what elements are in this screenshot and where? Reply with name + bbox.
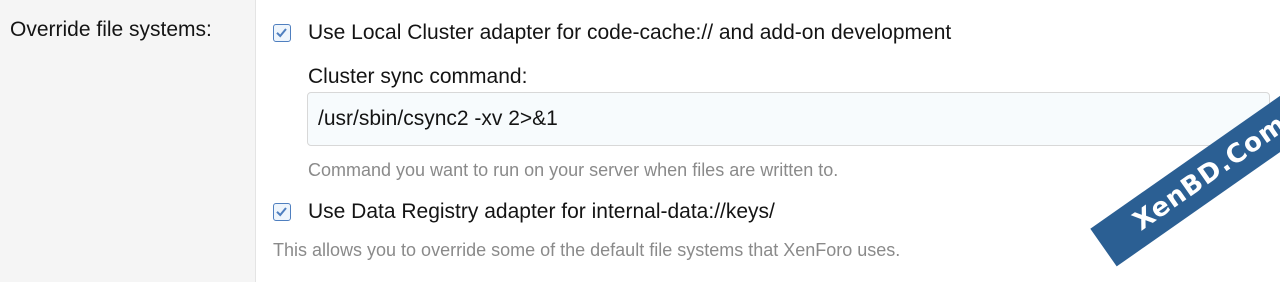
label-column: Override file systems: [0,0,256,282]
row-hint: This allows you to override some of the … [273,240,901,260]
checkmark-icon [276,28,287,38]
local-cluster-label[interactable]: Use Local Cluster adapter for code-cache… [308,21,951,45]
cluster-sync-hint: Command you want to run on your server w… [308,160,839,180]
local-cluster-checkbox[interactable] [273,24,291,42]
checkmark-icon [276,207,287,217]
cluster-sync-command-input[interactable] [307,92,1270,146]
data-registry-label[interactable]: Use Data Registry adapter for internal-d… [308,200,775,224]
field-label: Override file systems: [10,18,212,41]
cluster-sync-label: Cluster sync command: [308,65,528,88]
data-registry-checkbox[interactable] [273,203,291,221]
